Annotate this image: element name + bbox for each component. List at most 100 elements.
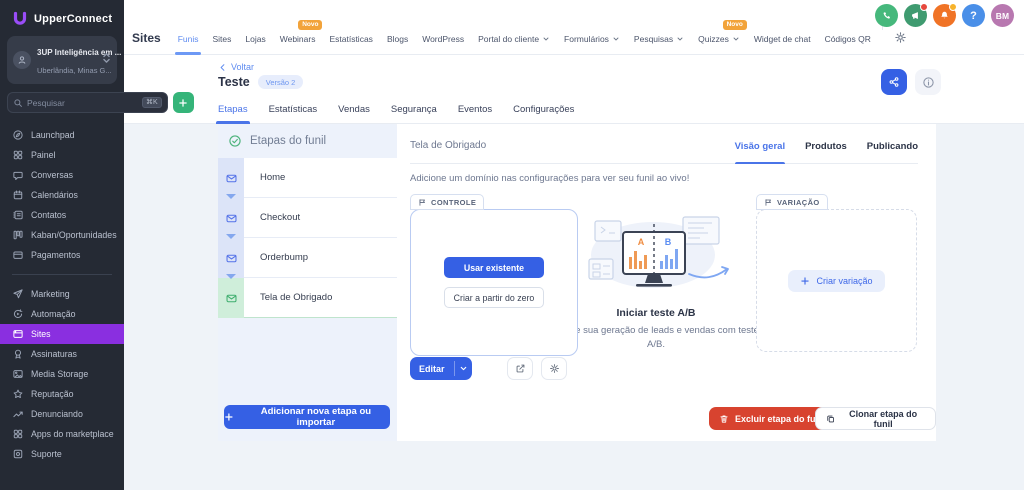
edit-split-button[interactable]: Editar [410,357,472,380]
nav-tab-funis[interactable]: Funis [178,34,199,44]
stage-label-wrap: Orderbump [244,238,397,278]
sidebar-item-label: Suporte [31,449,62,459]
stage-strip [218,278,244,318]
nav-tab-quizzes[interactable]: Quizzes Novo [698,34,740,44]
phone-icon [881,10,892,21]
sidebar-item-label: Marketing [31,289,70,299]
nav-tab-wordpress[interactable]: WordPress [422,34,464,44]
nav-tab-sites[interactable]: Sites [212,34,231,44]
sidebar-item-launchpad[interactable]: Launchpad [0,125,124,145]
funnel-tab-seguranca[interactable]: Segurança [391,104,437,123]
stage-label-wrap: Checkout [244,198,397,238]
sidebar-item-conversas[interactable]: Conversas [0,165,124,185]
nav-tab-widget-de-chat[interactable]: Widget de chat [754,34,811,44]
edit-button-label[interactable]: Editar [410,357,454,380]
create-from-scratch-button[interactable]: Criar a partir do zero [444,287,544,308]
award-medal-icon [12,348,24,360]
nav-tab-blogs[interactable]: Blogs [387,34,408,44]
funnel-tab-vendas[interactable]: Vendas [338,104,370,123]
nav-tab-webinars[interactable]: Webinars Novo [280,34,316,44]
sidebar-item-suporte[interactable]: Suporte [0,444,124,464]
chevron-down-icon[interactable] [455,357,472,380]
funnel-tab-etapas[interactable]: Etapas [218,104,248,123]
sidebar-nav: Launchpad Painel Conversas [0,125,124,464]
trending-up-icon [12,408,24,420]
create-variation-button[interactable]: Criar variação [788,270,884,292]
media-image-icon [12,368,24,380]
copy-icon [826,414,835,424]
sidebar-item-label: Painel [31,150,55,160]
sidebar-item-automacao[interactable]: Automação [0,304,124,324]
detail-tab-visao-geral[interactable]: Visão geral [735,141,786,163]
phone-button[interactable] [875,4,898,27]
nav-settings-gear-icon[interactable] [894,31,907,44]
sidebar-item-label: Calendários [31,190,78,200]
funnel-tab-configuracoes[interactable]: Configurações [513,104,574,123]
sidebar-item-denunciando[interactable]: Denunciando [0,404,124,424]
back-link[interactable]: Voltar [218,62,254,72]
sidebar-item-kaban-oportunidades[interactable]: Kaban/Oportunidades [0,225,124,245]
sidebar-item-assinaturas[interactable]: Assinaturas [0,344,124,364]
detail-tab-publicando[interactable]: Publicando [867,141,918,163]
stage-strip [218,198,244,238]
user-avatar[interactable]: BM [991,4,1014,27]
stage-row-checkout[interactable]: Checkout [218,198,397,238]
nav-tab-formularios[interactable]: Formulários [564,34,620,44]
plus-icon [800,276,810,286]
launchpad-icon [12,129,24,141]
stage-row-home[interactable]: Home [218,158,397,198]
chevron-down-icon [676,35,684,43]
help-button[interactable]: ? [962,4,985,27]
nav-tab-portal-do-cliente[interactable]: Portal do cliente [478,34,550,44]
share-button[interactable] [881,69,907,95]
announcements-button[interactable] [904,4,927,27]
nav-tab-estatisticas[interactable]: Estatísticas [329,34,372,44]
account-switcher[interactable]: 3UP Inteligência em ... Uberlândia, Mina… [7,36,117,84]
search-shortcut-badge: ⌘K [142,97,162,108]
nav-tab-pesquisas[interactable]: Pesquisas [634,34,684,44]
notifications-button[interactable] [933,4,956,27]
domain-hint-text: Adicione um domínio nas configurações pa… [410,173,689,184]
info-button[interactable] [915,69,941,95]
sidebar-item-label: Automação [31,309,76,319]
chevron-down-icon [542,35,550,43]
plus-icon [178,98,188,108]
nav-tab-codigos-qr[interactable]: Códigos QR [825,34,871,44]
sidebar-item-pagamentos[interactable]: Pagamentos [0,245,124,265]
sidebar-item-media-storage[interactable]: Media Storage [0,364,124,384]
add-stage-label: Adicionar nova etapa ou importar [242,406,390,428]
caret-down-icon [226,274,236,279]
sidebar-item-label: Launchpad [31,130,75,140]
envelope-icon [225,172,238,185]
search-box[interactable]: ⌘K [7,92,168,113]
funnel-tab-estatisticas[interactable]: Estatísticas [269,104,318,123]
add-stage-button[interactable]: Adicionar nova etapa ou importar [224,405,390,429]
open-external-button[interactable] [507,357,533,380]
sidebar-item-sites[interactable]: Sites [0,324,124,344]
upperconnect-logo-icon [12,11,28,27]
detail-tab-produtos[interactable]: Produtos [805,141,847,163]
sidebar-item-reputacao[interactable]: Reputação [0,384,124,404]
stage-settings-button[interactable] [541,357,567,380]
clone-stage-button[interactable]: Clonar etapa do funil [815,407,936,430]
apps-grid-icon [12,428,24,440]
sidebar-item-painel[interactable]: Painel [0,145,124,165]
funnel-header: Voltar Teste Versão 2 Etapas Estatística… [124,55,1024,124]
nav-tab-lojas[interactable]: Lojas [245,34,265,44]
search-input[interactable] [27,98,138,108]
gear-icon [549,363,560,374]
sidebar-item-marketing[interactable]: Marketing [0,284,124,304]
use-existing-button[interactable]: Usar existente [444,257,544,278]
chevron-down-icon [732,35,740,43]
sidebar: UpperConnect 3UP Inteligência em ... Ube… [0,0,124,490]
sidebar-item-contatos[interactable]: Contatos [0,205,124,225]
control-page-box: Usar existente Criar a partir do zero [410,209,578,356]
quick-add-button[interactable] [173,92,194,113]
sidebar-item-calendarios[interactable]: Calendários [0,185,124,205]
sidebar-item-apps-marketplace[interactable]: Apps do marketplace [0,424,124,444]
stage-label: Checkout [260,212,300,223]
stage-row-orderbump[interactable]: Orderbump [218,238,397,278]
account-avatar-icon [13,51,31,69]
funnel-tab-eventos[interactable]: Eventos [458,104,492,123]
stage-row-tela-de-obrigado[interactable]: Tela de Obrigado [218,278,397,318]
